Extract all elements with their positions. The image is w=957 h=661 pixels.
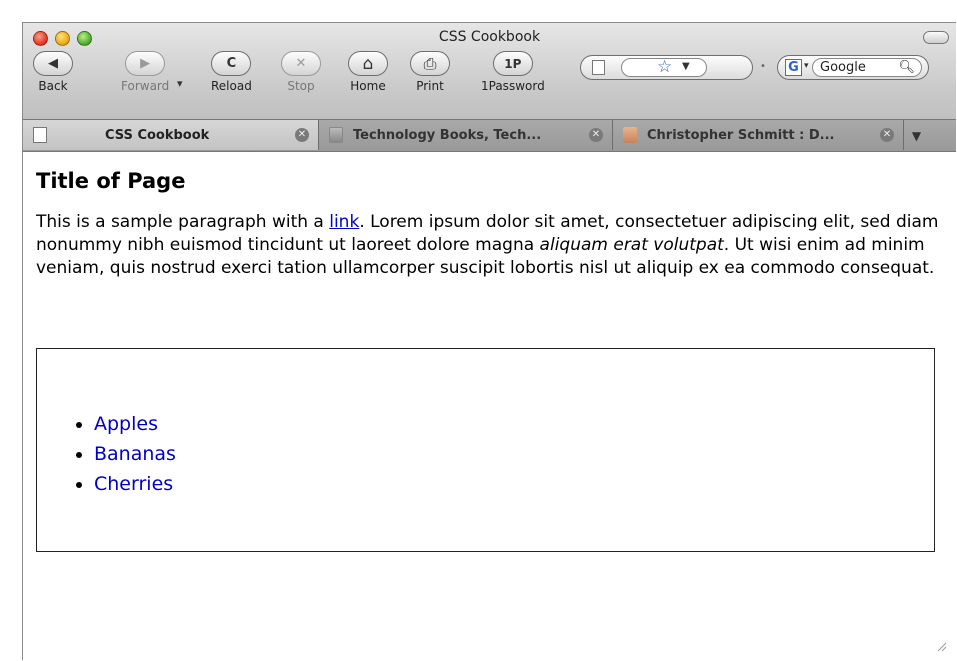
home-icon: ⌂: [348, 51, 388, 76]
bookmark-dropdown-icon[interactable]: ▼: [682, 61, 690, 72]
paragraph-text: This is a sample paragraph with a: [36, 212, 330, 232]
list-item: Apples: [94, 409, 934, 439]
back-button[interactable]: ◀ Back: [33, 51, 73, 93]
sample-link[interactable]: link: [329, 212, 359, 232]
list-item: Cherries: [94, 469, 934, 499]
history-dropdown-icon[interactable]: ▾: [177, 77, 183, 90]
toolbar-toggle-button[interactable]: [923, 31, 949, 44]
search-placeholder: Google: [820, 60, 866, 75]
search-input[interactable]: Google 🔍︎: [812, 58, 922, 77]
stop-button[interactable]: ✕ Stop: [281, 51, 321, 93]
title-bar: CSS Cookbook ◀ Back ▶ Forward ▾ C Reload…: [23, 23, 956, 152]
page-title: Title of Page: [36, 169, 186, 193]
search-engine-dropdown-icon[interactable]: ▾: [804, 61, 809, 71]
tab-title: Christopher Schmitt : D...: [647, 127, 835, 143]
1password-icon: 1P: [492, 51, 533, 76]
forward-button[interactable]: ▶ Forward: [121, 51, 169, 93]
stop-icon: ✕: [281, 51, 321, 76]
page-icon: [33, 127, 47, 143]
resize-grip-icon[interactable]: [935, 640, 947, 652]
books-icon: [329, 127, 343, 143]
tab-christopher-schmitt[interactable]: Christopher Schmitt : D... ✕: [613, 120, 904, 150]
tab-title: CSS Cookbook: [105, 127, 210, 143]
print-button[interactable]: ⎙ Print: [410, 51, 450, 93]
home-button[interactable]: ⌂ Home: [348, 51, 388, 93]
close-tab-icon[interactable]: ✕: [880, 128, 894, 142]
1password-label: 1Password: [481, 79, 545, 93]
toolbar: ◀ Back ▶ Forward ▾ C Reload ✕ Stop ⌂ Hom…: [33, 51, 956, 111]
forward-label: Forward: [121, 79, 170, 93]
emphasized-text: aliquam erat volutpat: [539, 235, 724, 255]
sample-paragraph: This is a sample paragraph with a link. …: [36, 211, 943, 280]
tab-bar: CSS Cookbook ✕ Technology Books, Tech...…: [23, 119, 956, 151]
tab-technology-books[interactable]: Technology Books, Tech... ✕: [319, 120, 613, 150]
printer-icon: ⎙: [410, 51, 450, 76]
forward-arrow-icon: ▶: [125, 51, 166, 76]
home-label: Home: [350, 79, 386, 93]
window-title: CSS Cookbook: [438, 29, 541, 45]
tab-title: Technology Books, Tech...: [353, 127, 542, 143]
close-tab-icon[interactable]: ✕: [295, 128, 309, 142]
stop-label: Stop: [287, 79, 315, 93]
search-engine-icon[interactable]: G: [785, 59, 802, 76]
tab-overflow-icon[interactable]: ▼: [904, 120, 929, 151]
address-bar[interactable]: ☆ ▼: [580, 55, 753, 80]
bookmark-star-icon[interactable]: ☆: [657, 57, 672, 77]
browser-window: CSS Cookbook ◀ Back ▶ Forward ▾ C Reload…: [22, 22, 956, 660]
toolbar-separator: •: [760, 61, 766, 72]
close-tab-icon[interactable]: ✕: [589, 128, 603, 142]
list-item-link[interactable]: Bananas: [94, 443, 176, 465]
back-arrow-icon: ◀: [33, 51, 73, 76]
list-item: Bananas: [94, 439, 934, 469]
list-item-link[interactable]: Cherries: [94, 473, 173, 495]
reload-label: Reload: [211, 79, 252, 93]
1password-button[interactable]: 1P 1Password: [481, 51, 545, 93]
search-icon[interactable]: 🔍︎: [898, 59, 915, 76]
fruit-list: Apples Bananas Cherries: [37, 409, 934, 499]
page-content: Title of Page This is a sample paragraph…: [23, 152, 956, 660]
page-icon: [592, 60, 605, 75]
tab-css-cookbook[interactable]: CSS Cookbook ✕: [23, 120, 319, 150]
list-box: Apples Bananas Cherries: [36, 348, 935, 552]
reload-button[interactable]: C Reload: [211, 51, 252, 93]
print-label: Print: [416, 79, 444, 93]
reload-icon: C: [211, 51, 252, 76]
list-item-link[interactable]: Apples: [94, 413, 158, 435]
back-label: Back: [38, 79, 68, 93]
photo-icon: [623, 127, 637, 143]
search-bar[interactable]: G ▾ Google 🔍︎: [777, 55, 929, 80]
